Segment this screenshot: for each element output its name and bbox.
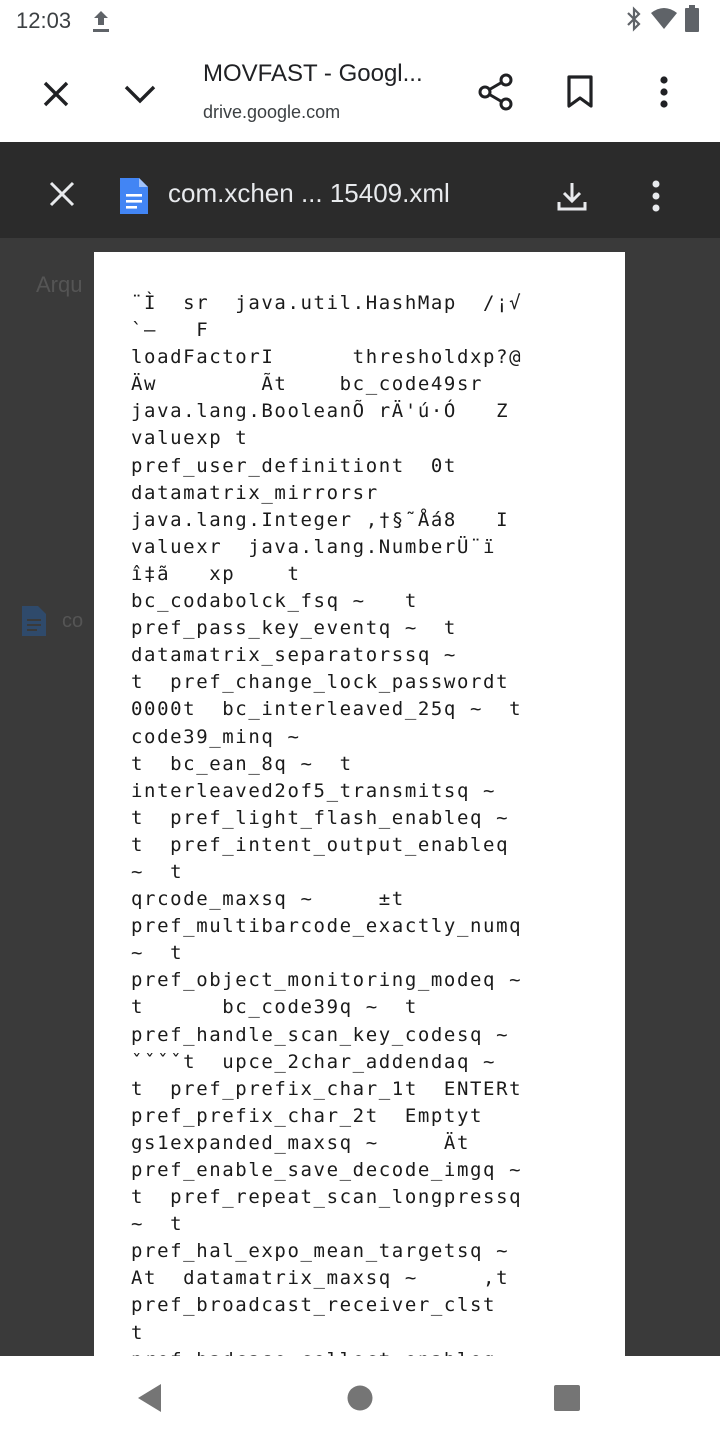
document-line: pref_broadcast_receiver_clst [131, 1294, 497, 1317]
document-line: java.lang.Integer ,†§˜Åá8 I [131, 508, 510, 531]
document-line: interleaved2of5_transmitsq ~ [131, 779, 497, 802]
upload-icon [90, 8, 112, 34]
browser-toolbar: MOVFAST - Googl... drive.google.com [0, 44, 720, 143]
download-icon [557, 183, 587, 211]
status-bar: 12:03 [0, 0, 720, 44]
document-line: pref_multibarcode_exactly_numq [131, 915, 523, 938]
document-line: qrcode_maxsq ~ ±t [131, 888, 405, 911]
back-button[interactable] [128, 1376, 172, 1420]
recents-button[interactable] [545, 1376, 589, 1420]
more-options-button[interactable] [640, 68, 688, 116]
document-line: pref_user_definitiont 0t [131, 454, 457, 477]
document-line: datamatrix_mirrorsr [131, 481, 379, 504]
document-line: pref_enable_save_decode_imgq ~ [131, 1159, 523, 1181]
document-line: At datamatrix_maxsq ~ ,t [131, 1267, 510, 1290]
home-button[interactable] [338, 1376, 382, 1420]
document-line: ~ t [131, 942, 184, 965]
document-line: `– F [131, 319, 210, 342]
document-line: ~ t [131, 860, 184, 883]
download-button[interactable] [548, 172, 596, 220]
document-line: datamatrix_separatorssq ~ [131, 644, 457, 667]
share-icon [478, 73, 513, 111]
drive-viewer: Arqu co com.xchen ... 15409.xml ¨Ì sr ja… [0, 142, 720, 1356]
document-line: bc_codabolck_fsq ~ t [131, 590, 418, 613]
document-line: t pref_intent_output_enableq [131, 833, 510, 856]
viewer-more-button[interactable] [634, 172, 678, 220]
bookmark-button[interactable] [556, 68, 604, 116]
more-vert-icon [660, 76, 668, 108]
battery-icon [684, 4, 700, 38]
document-line: pref_badcase_collect_enableq ~ [131, 1347, 611, 1356]
document-line: î‡ã xp t [131, 562, 301, 585]
background-label: Arqu [36, 272, 83, 297]
wifi-icon [650, 7, 678, 36]
document-line: t pref_repeat_scan_longpressq [131, 1186, 523, 1209]
back-icon [138, 1384, 161, 1412]
document-line: t pref_change_lock_passwordt [131, 671, 510, 694]
recents-icon [554, 1385, 580, 1411]
bluetooth-icon [624, 5, 644, 37]
status-icons [624, 4, 700, 37]
close-button[interactable] [32, 70, 80, 118]
document-line: Äw Ãt bc_code49sr [131, 373, 484, 396]
document-line: t pref_light_flash_enableq ~ [131, 806, 510, 829]
viewer-header: com.xchen ... 15409.xml [0, 142, 720, 238]
document-line: pref_handle_scan_key_codesq ~ [131, 1023, 510, 1046]
document-line: valuexr java.lang.NumberÜ¨ï [131, 535, 497, 558]
screen: 12:03 MOVFAST - Googl... drive.google.co… [0, 0, 720, 1440]
expand-button[interactable] [116, 70, 164, 118]
viewer-close-button[interactable] [40, 172, 84, 216]
document-line: ~ t [131, 1213, 184, 1236]
close-icon [49, 181, 75, 207]
document-page: ¨Ì sr java.util.HashMap /¡√ `– F loadFacto… [94, 252, 625, 1356]
share-button[interactable] [472, 68, 520, 116]
document-line: pref_object_monitoring_modeq ~ [131, 969, 523, 992]
document-line: ˇˇˇˇt upce_2char_addendaq ~ [131, 1050, 497, 1073]
document-line: t bc_ean_8q ~ t [131, 752, 353, 775]
document-line: t bc_code39q ~ t [131, 996, 418, 1019]
bookmark-icon [567, 75, 593, 108]
document-content: ¨Ì sr java.util.HashMap /¡√ `– F loadFacto… [131, 290, 611, 1356]
document-line: pref_prefix_char_2t Emptyt [131, 1104, 484, 1127]
page-title: MOVFAST - Googl... [203, 60, 423, 87]
more-vert-icon [652, 180, 660, 212]
document-line: valuexp t [131, 427, 249, 450]
background-file-label: co [62, 610, 84, 632]
document-line: pref_pass_key_eventq ~ t [131, 617, 457, 640]
doc-icon [120, 178, 148, 214]
close-icon [43, 81, 69, 107]
document-line: gs1expanded_maxsq ~ Ät [131, 1131, 471, 1154]
status-time: 12:03 [16, 8, 72, 33]
document-line: t [131, 1321, 145, 1344]
file-icon [22, 606, 46, 636]
document-line: 0000t bc_interleaved_25q ~ t [131, 698, 523, 721]
document-line: loadFactorI thresholdxp?@ [131, 346, 523, 369]
page-url: drive.google.com [203, 102, 341, 122]
file-name: com.xchen ... 15409.xml [168, 178, 450, 208]
document-line: java.lang.BooleanÕ rÄ'ú·Ó Z [131, 400, 510, 423]
navigation-bar [0, 1356, 720, 1440]
home-icon [347, 1385, 373, 1411]
chevron-down-icon [124, 85, 156, 104]
document-line: t pref_prefix_char_1t ENTERt [131, 1077, 523, 1100]
document-line: pref_hal_expo_mean_targetsq ~ [131, 1240, 510, 1263]
document-line: code39_minq ~ [131, 725, 301, 748]
document-line: ¨Ì sr java.util.HashMap /¡√ [131, 292, 523, 314]
